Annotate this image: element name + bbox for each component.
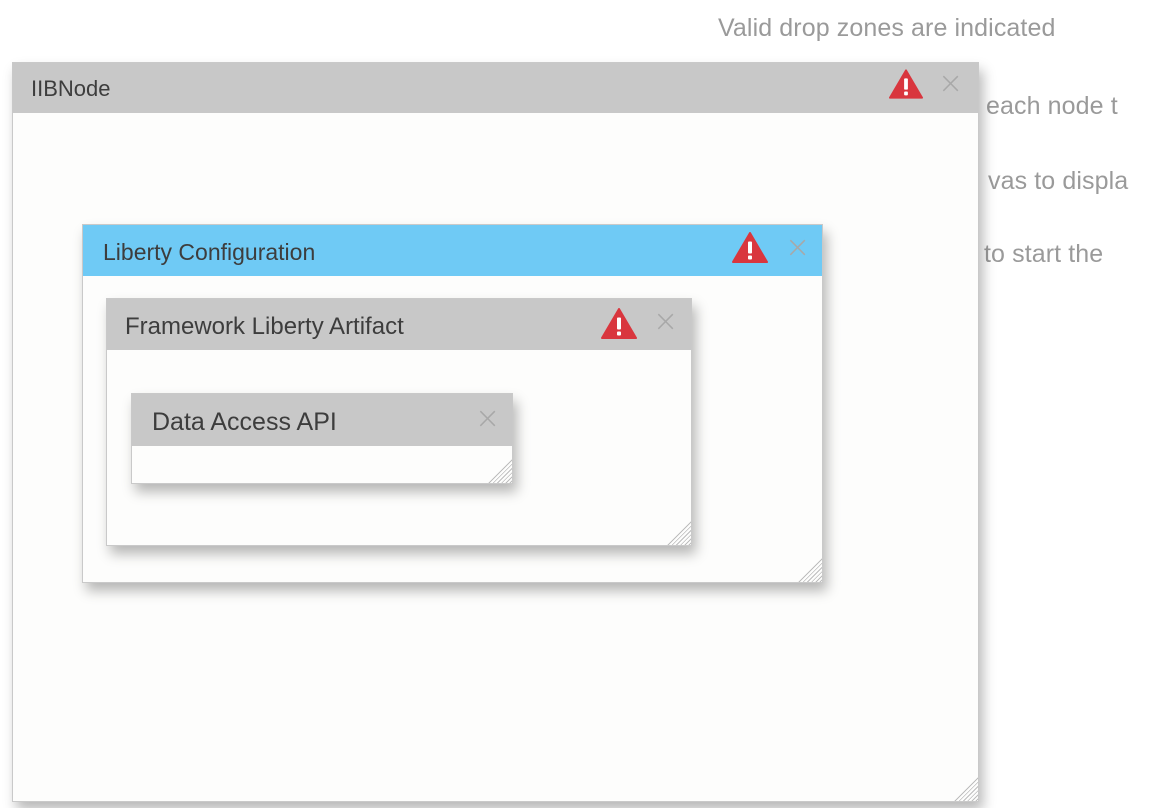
instruction-text-line-4: to start the <box>984 240 1104 268</box>
close-icon[interactable]: × <box>785 233 810 263</box>
close-icon[interactable]: × <box>938 69 963 99</box>
instruction-text-line-2: each node t <box>986 92 1118 120</box>
framework-liberty-artifact-node-title: Framework Liberty Artifact <box>125 313 404 340</box>
close-icon[interactable]: × <box>475 404 500 434</box>
resize-grip-icon[interactable] <box>952 775 978 801</box>
liberty-configuration-node-title: Liberty Configuration <box>103 239 316 265</box>
resize-grip-icon[interactable] <box>665 519 691 545</box>
resize-grip-icon[interactable] <box>486 457 512 483</box>
warning-icon[interactable] <box>889 68 923 100</box>
data-access-api-node-title: Data Access API <box>152 408 337 436</box>
resize-grip-icon[interactable] <box>796 556 822 582</box>
data-access-api-node-panel[interactable]: Data Access API × <box>131 393 513 484</box>
warning-icon[interactable] <box>732 231 768 264</box>
data-access-api-node-header[interactable]: Data Access API × <box>132 394 512 446</box>
instruction-text-line-3: vas to displa <box>988 167 1129 195</box>
framework-liberty-artifact-node-header[interactable]: Framework Liberty Artifact × <box>107 299 691 350</box>
iib-node-title: IIBNode <box>31 76 111 101</box>
close-icon[interactable]: × <box>653 307 678 337</box>
iib-node-header[interactable]: IIBNode × <box>13 63 978 113</box>
liberty-configuration-node-header[interactable]: Liberty Configuration × <box>83 225 822 276</box>
instruction-text-line-1: Valid drop zones are indicated <box>718 14 1056 42</box>
warning-icon[interactable] <box>601 307 637 340</box>
